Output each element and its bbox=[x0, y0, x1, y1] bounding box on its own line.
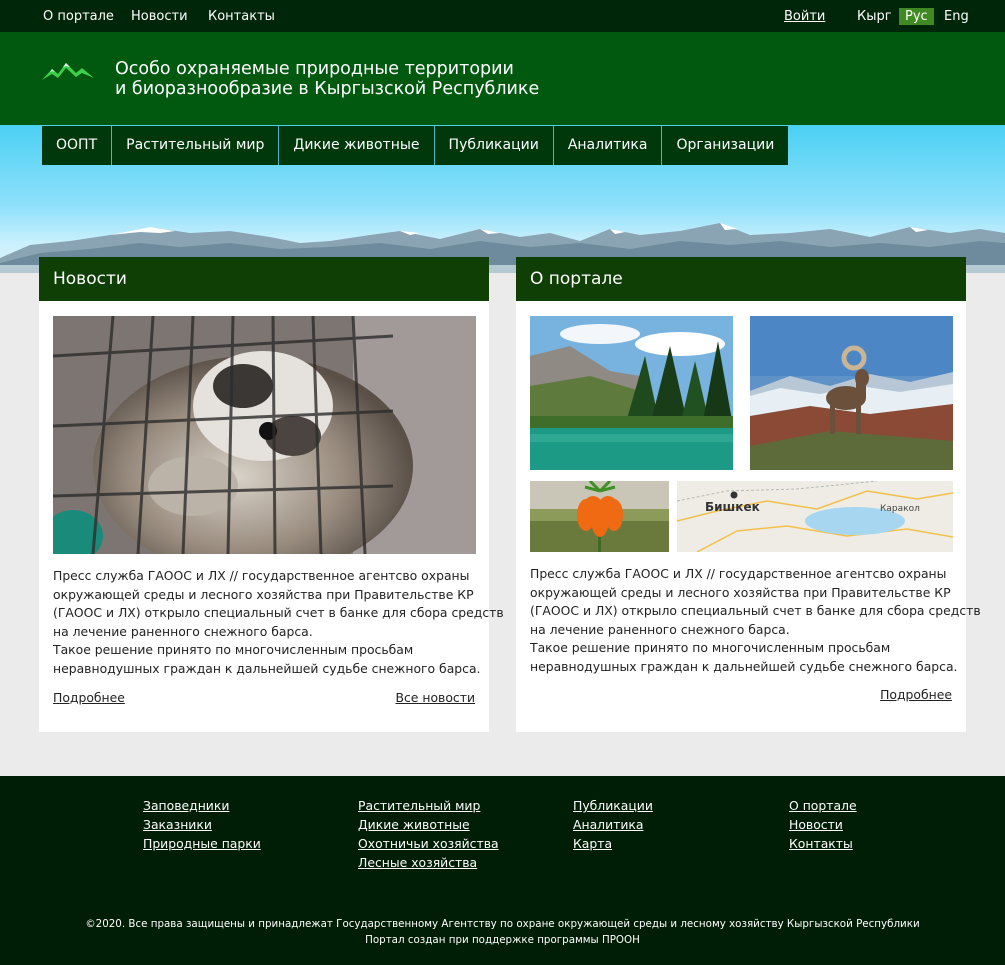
site-title-line2: и биоразнообразие в Кыргызской Республик… bbox=[115, 79, 540, 99]
news-more-link[interactable]: Подробнее bbox=[53, 690, 125, 705]
about-text-line: Такое решение принято по многочисленным … bbox=[530, 640, 891, 656]
about-text-line: Пресс служба ГАООС и ЛХ // государственн… bbox=[530, 566, 947, 581]
site-header: Особо охраняемые природные территории и … bbox=[0, 32, 1005, 125]
footer-link-flora[interactable]: Растительный мир bbox=[358, 796, 499, 815]
lang-russian[interactable]: Рус bbox=[899, 8, 934, 25]
news-text: Пресс служба ГАООС и ЛХ // государственн… bbox=[53, 567, 504, 679]
footer-link-about[interactable]: О портале bbox=[789, 796, 857, 815]
mountain-sheep-image[interactable] bbox=[750, 316, 953, 470]
red-lily-image[interactable] bbox=[530, 481, 669, 552]
top-bar: О портале Новости Контакты Войти Кырг Ру… bbox=[0, 0, 1005, 32]
news-text-line: Такое решение принято по многочисленным … bbox=[53, 642, 414, 658]
lang-kyrgyz[interactable]: Кырг bbox=[857, 9, 892, 24]
map-image[interactable]: Бишкек Каракол bbox=[677, 481, 953, 552]
top-link-contacts[interactable]: Контакты bbox=[208, 9, 275, 24]
mountains-logo-icon[interactable] bbox=[42, 60, 94, 84]
lang-english[interactable]: Eng bbox=[944, 9, 969, 24]
footer-link-publications[interactable]: Публикации bbox=[573, 796, 653, 815]
news-text-line: на лечение раненного снежного барса. bbox=[53, 623, 313, 639]
about-text-line: неравнодушных граждан к дальнейшей судьб… bbox=[530, 658, 958, 674]
copyright-notice: ©2020. Все права защищены и принадлежат … bbox=[0, 916, 1005, 948]
nav-publications[interactable]: Публикации bbox=[434, 126, 554, 165]
site-title[interactable]: Особо охраняемые природные территории и … bbox=[115, 59, 539, 99]
top-link-news[interactable]: Новости bbox=[131, 9, 188, 24]
news-text-line: окружающей среды и лесного хозяйства при… bbox=[53, 586, 474, 602]
nav-oopt[interactable]: ООПТ bbox=[42, 126, 113, 165]
about-heading: О портале bbox=[516, 257, 966, 301]
footer-column-protected-areas: Заповедники Заказники Природные парки bbox=[143, 796, 261, 853]
about-text-line: на лечение раненного снежного барса. bbox=[530, 621, 790, 637]
footer-link-contacts[interactable]: Контакты bbox=[789, 834, 857, 853]
news-text-line: Пресс служба ГАООС и ЛХ // государственн… bbox=[53, 568, 470, 583]
nav-organizations[interactable]: Организации bbox=[662, 126, 789, 165]
about-text-line: (ГАООС и ЛХ) открыло специальный счет в … bbox=[530, 603, 981, 619]
about-card: О портале Бишкек Каракол Пресс служба ГА… bbox=[516, 257, 981, 732]
map-label-karakol: Каракол bbox=[880, 504, 920, 514]
site-footer: Заповедники Заказники Природные парки Ра… bbox=[0, 776, 1005, 965]
all-news-link[interactable]: Все новости bbox=[395, 690, 475, 705]
news-text-line: (ГАООС и ЛХ) открыло специальный счет в … bbox=[53, 605, 504, 621]
map-label-bishkek: Бишкек bbox=[705, 500, 760, 514]
footer-link-fauna[interactable]: Дикие животные bbox=[358, 815, 499, 834]
footer-link-map[interactable]: Карта bbox=[573, 834, 653, 853]
site-title-line1: Особо охраняемые природные территории bbox=[115, 59, 514, 79]
top-link-about[interactable]: О портале bbox=[43, 9, 114, 24]
news-heading: Новости bbox=[39, 257, 489, 301]
footer-link-reserves[interactable]: Заповедники bbox=[143, 796, 261, 815]
footer-link-forestry[interactable]: Лесные хозяйства bbox=[358, 853, 499, 872]
about-text: Пресс служба ГАООС и ЛХ // государственн… bbox=[530, 565, 981, 677]
footer-link-hunting-farms[interactable]: Охотничьи хозяйства bbox=[358, 834, 499, 853]
about-text-line: окружающей среды и лесного хозяйства при… bbox=[530, 584, 951, 600]
undp-credit-text: Портал создан при поддержке программы ПР… bbox=[365, 934, 640, 946]
news-text-line: неравнодушных граждан к дальнейшей судьб… bbox=[53, 660, 481, 676]
news-card: Новости Пресс служба ГАООС и ЛХ // госуд… bbox=[39, 257, 504, 732]
nav-analytics[interactable]: Аналитика bbox=[553, 126, 663, 165]
footer-column-resources: Публикации Аналитика Карта bbox=[573, 796, 653, 853]
footer-column-biodiversity: Растительный мир Дикие животные Охотничь… bbox=[358, 796, 499, 872]
copyright-text: ©2020. Все права защищены и принадлежат … bbox=[85, 918, 920, 930]
login-link[interactable]: Войти bbox=[784, 9, 825, 24]
nav-flora[interactable]: Растительный мир bbox=[112, 126, 280, 165]
footer-column-portal: О портале Новости Контакты bbox=[789, 796, 857, 853]
footer-link-nature-parks[interactable]: Природные парки bbox=[143, 834, 261, 853]
footer-link-news[interactable]: Новости bbox=[789, 815, 857, 834]
main-nav: ООПТ Растительный мир Дикие животные Пуб… bbox=[42, 126, 789, 165]
snow-leopard-image[interactable] bbox=[53, 316, 476, 554]
nav-fauna[interactable]: Дикие животные bbox=[279, 126, 435, 165]
footer-link-analytics[interactable]: Аналитика bbox=[573, 815, 653, 834]
about-more-link[interactable]: Подробнее bbox=[880, 687, 952, 702]
footer-link-sanctuaries[interactable]: Заказники bbox=[143, 815, 261, 834]
mountain-lake-image[interactable] bbox=[530, 316, 733, 470]
